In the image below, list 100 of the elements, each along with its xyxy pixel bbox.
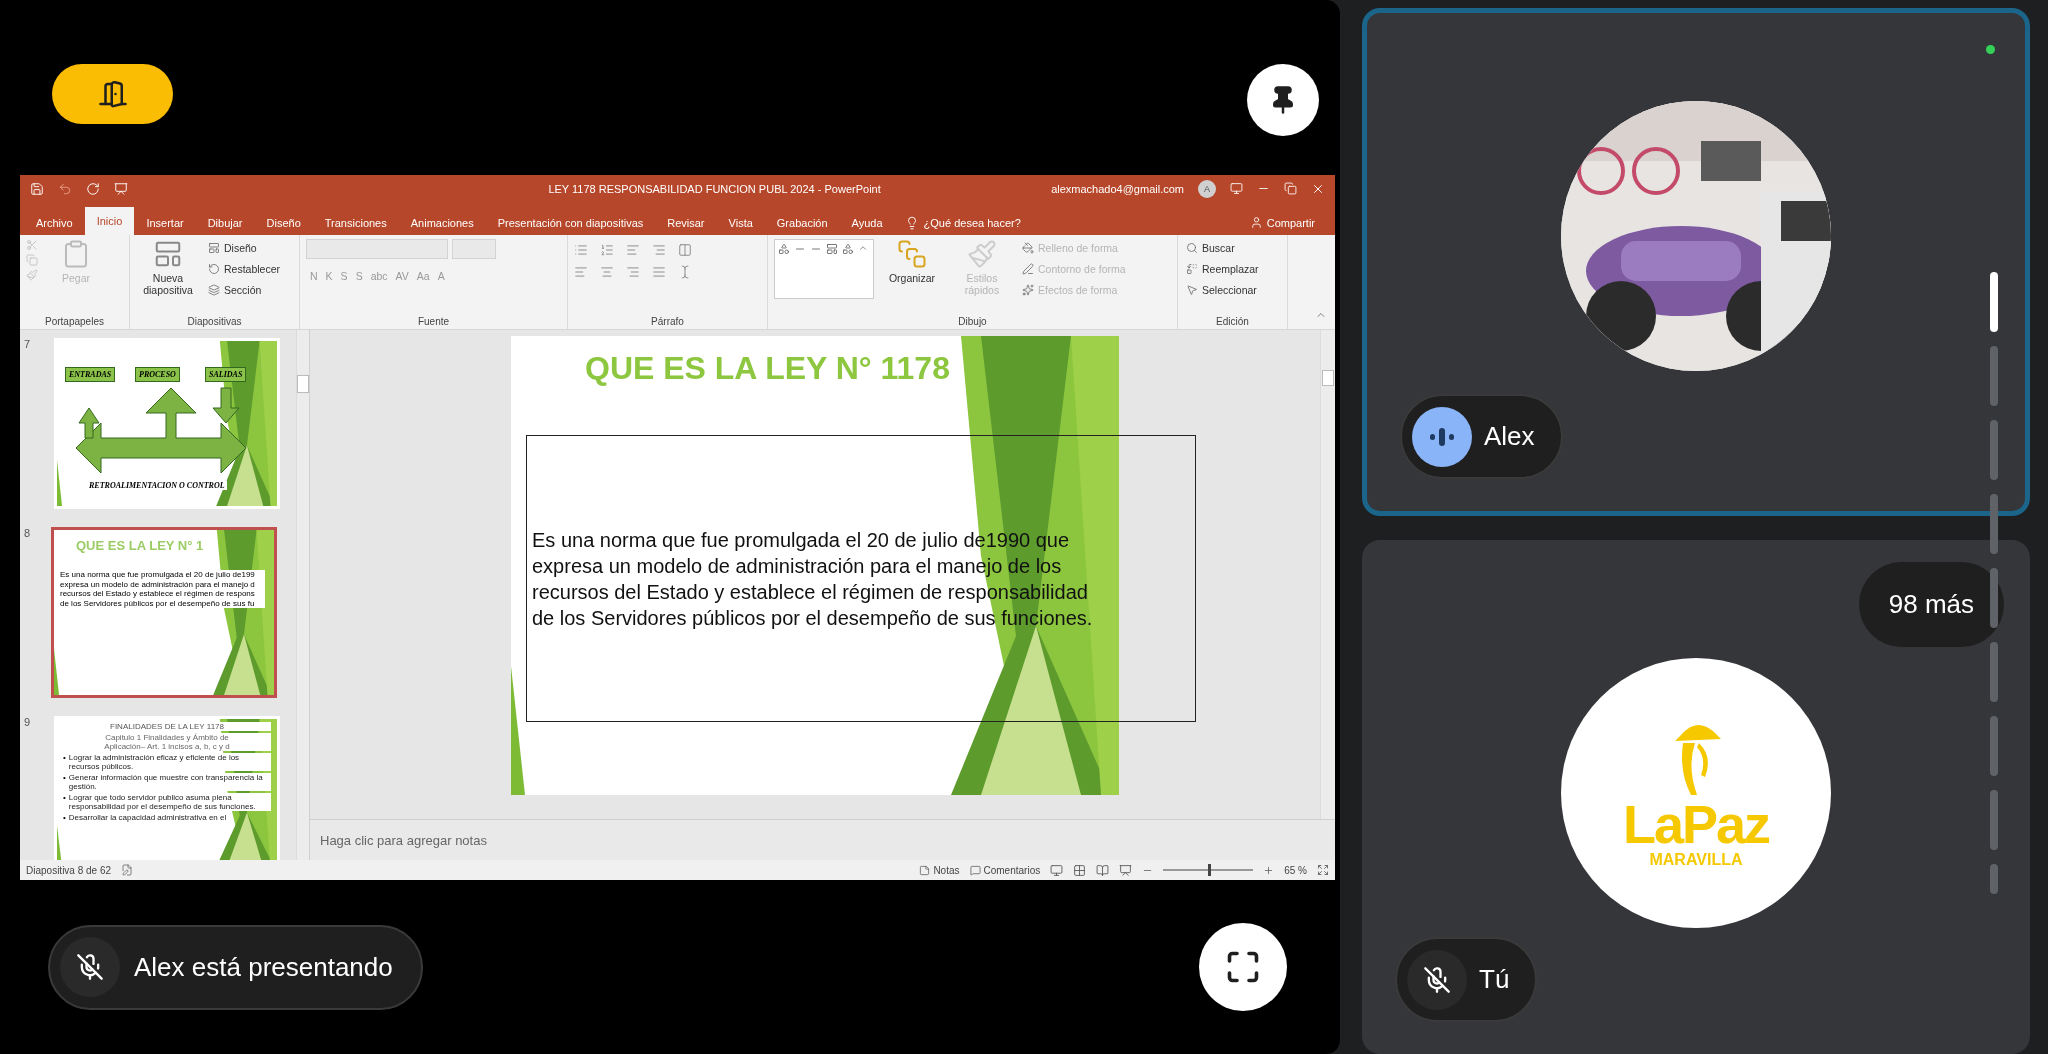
undo-icon[interactable]: [58, 181, 72, 196]
presenter-label: Alex está presentando: [134, 951, 393, 983]
scrollbar[interactable]: [1990, 272, 1998, 894]
shapes-icon: [778, 242, 790, 255]
format-button[interactable]: abc: [366, 266, 392, 285]
fullscreen-icon: [1225, 949, 1261, 985]
ribbon-tab[interactable]: Transiciones: [312, 210, 399, 235]
format-button[interactable]: N: [306, 266, 322, 285]
save-icon[interactable]: [30, 181, 44, 196]
zoom-in-icon[interactable]: [1263, 864, 1275, 876]
notes-placeholder[interactable]: Haga clic para agregar notas: [320, 832, 487, 848]
slide-thumbnail[interactable]: [51, 527, 277, 699]
ribbon-tab[interactable]: Revisar: [655, 210, 717, 235]
notes-button[interactable]: Notas: [919, 864, 960, 876]
ribbon-button[interactable]: Sección: [206, 280, 283, 299]
ribbon-tab[interactable]: Presentación con diapositivas: [485, 210, 656, 235]
thumbnail-text: Es una norma que fue promulgada el 20 de julio de199 expresa un modelo de administración para el manejo d recursos del Estado y establece el régimen de respons de los Servidores públicos por el desempeño de sus fu: [60, 570, 265, 609]
presentation-icon[interactable]: [114, 181, 128, 196]
status-dot: [1986, 45, 1995, 54]
ribbon-tab[interactable]: Insertar: [134, 210, 196, 235]
bullet-mark: •: [63, 753, 66, 765]
columns-icon[interactable]: [678, 242, 692, 257]
more-participants-button[interactable]: 98 más: [1858, 562, 2004, 647]
section-icon: [208, 283, 220, 296]
ribbon-tab[interactable]: Archivo: [24, 210, 85, 235]
ribbon-tab[interactable]: Dibujar: [195, 210, 255, 235]
text-box[interactable]: [526, 435, 1196, 723]
font-name-field[interactable]: [306, 238, 448, 259]
bullet-mark: •: [63, 773, 66, 785]
ribbon-button[interactable]: Organizar: [880, 238, 944, 284]
participant-name: Alex: [1484, 421, 1535, 452]
tell-me-search[interactable]: ¿Qué desea hacer?: [904, 210, 1021, 235]
thumbnail-bullet: Desarrollar la capacidad administrativa en el: [68, 813, 227, 823]
slide-thumbnail[interactable]: [54, 716, 280, 861]
pen-icon: [1022, 262, 1034, 275]
format-button[interactable]: S: [351, 266, 367, 285]
ribbon-button[interactable]: Reemplazar: [1184, 259, 1261, 278]
window-title: LEY 1178 RESPONSABILIDAD FUNCION PUBL 2024 - PowerPoint: [547, 182, 882, 195]
account-avatar[interactable]: A: [1198, 179, 1216, 198]
group-label: Fuente: [416, 316, 451, 328]
redo-icon[interactable]: [86, 181, 100, 196]
scrollbar[interactable]: [296, 330, 309, 861]
sorter-view-icon[interactable]: [1073, 863, 1087, 877]
copy-icon: [26, 253, 38, 266]
zoom-slider-thumb[interactable]: [1208, 864, 1212, 877]
ribbon-tab[interactable]: Vista: [716, 210, 765, 235]
diagram-label: ENTRADAS: [65, 367, 116, 383]
numbered-list-icon[interactable]: [600, 242, 614, 257]
ribbon-tab[interactable]: Diseño: [254, 210, 313, 235]
font-size-field[interactable]: [452, 238, 496, 259]
participant-tile[interactable]: Alex: [1362, 8, 2030, 516]
scrollbar[interactable]: [1320, 330, 1335, 820]
slide-title: QUE ES LA LEY N° 1178: [585, 350, 950, 388]
restore-icon[interactable]: [1284, 182, 1297, 196]
leave-button[interactable]: [52, 64, 173, 124]
bullet-mark: •: [63, 813, 66, 823]
comment-icon: [969, 864, 981, 876]
format-button[interactable]: S: [336, 266, 352, 285]
share-button[interactable]: Compartir: [1243, 210, 1321, 235]
slide-counter: Diapositiva 8 de 62: [26, 864, 112, 876]
ribbon-tab[interactable]: Inicio: [84, 206, 135, 235]
scissors-icon: [26, 238, 38, 251]
fit-window-icon[interactable]: [1317, 864, 1329, 877]
ribbon-button[interactable]: Restablecer: [206, 259, 283, 278]
diagram-label: RETROALIMENTACION O CONTROL: [87, 481, 227, 491]
shape-gallery[interactable]: [774, 238, 874, 299]
group-label: Párrafo: [650, 316, 685, 328]
group-label: Dibujo: [957, 316, 988, 328]
replace-icon: [1186, 262, 1198, 275]
comments-button[interactable]: Comentarios: [969, 864, 1041, 876]
logo-tagline: MARAVILLA: [1649, 851, 1743, 869]
layout-icon: [208, 241, 220, 254]
group-label: Diapositivas: [186, 316, 243, 328]
sparkle-icon: [1022, 283, 1034, 296]
normal-view-icon[interactable]: [1050, 863, 1064, 877]
brush-icon: [967, 238, 997, 269]
ribbon-button[interactable]: Buscar: [1184, 238, 1261, 257]
ribbon-button[interactable]: Seleccionar: [1184, 280, 1261, 299]
logo-wordmark: LaPaz: [1622, 797, 1770, 851]
ribbon-tab[interactable]: Animaciones: [398, 210, 486, 235]
participant-tile[interactable]: 98 más LaPaz MARAVILLA Tú: [1362, 540, 2030, 1054]
format-painter-icon: [26, 268, 38, 281]
format-button[interactable]: AV: [391, 266, 413, 285]
slideshow-icon[interactable]: [1119, 863, 1133, 877]
spelling-icon[interactable]: [121, 864, 134, 877]
person-icon: [1249, 216, 1263, 230]
notes-icon: [919, 864, 931, 876]
paint-bucket-icon: [1022, 241, 1034, 254]
ribbon-button[interactable]: Nueva diapositiva: [136, 238, 200, 296]
reading-view-icon[interactable]: [1096, 863, 1110, 877]
door-icon: [97, 79, 128, 109]
ribbon-tab[interactable]: Ayuda: [839, 210, 895, 235]
diagram-label: PROCESO: [135, 367, 180, 383]
format-button[interactable]: K: [321, 266, 337, 285]
tell-me-text: ¿Qué desea hacer?: [923, 216, 1021, 229]
bullet-mark: •: [63, 793, 66, 805]
ribbon-button[interactable]: Diseño: [206, 238, 283, 257]
ribbon-tab[interactable]: Grabación: [764, 210, 840, 235]
display-options-icon[interactable]: [1230, 182, 1243, 196]
slide-number: 9: [24, 716, 32, 731]
